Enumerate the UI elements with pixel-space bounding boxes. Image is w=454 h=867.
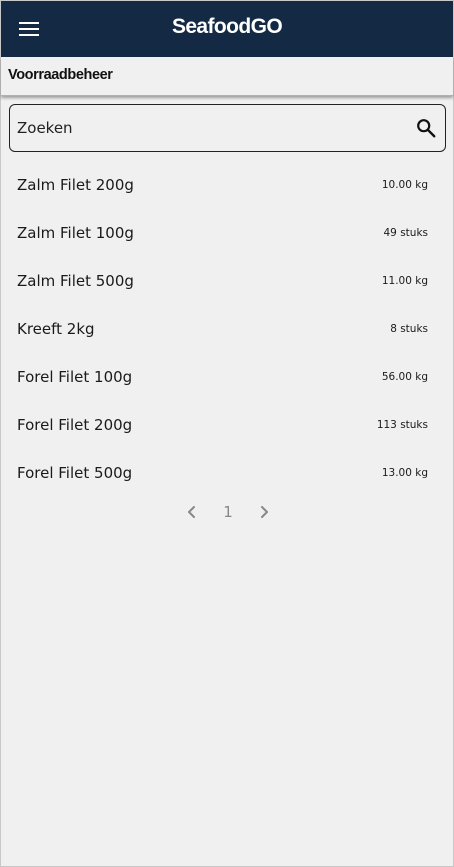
product-name: Forel Filet 100g: [17, 368, 133, 386]
product-row[interactable]: Kreeft 2kg 8 stuks: [1, 305, 453, 353]
app-bar: SeafoodGO: [1, 1, 453, 57]
product-name: Zalm Filet 100g: [17, 224, 134, 242]
search-input[interactable]: [17, 105, 397, 151]
app-window: SeafoodGO Voorraadbeheer Zalm Filet 200g…: [0, 0, 454, 867]
product-name: Zalm Filet 200g: [17, 176, 134, 194]
product-row[interactable]: Zalm Filet 100g 49 stuks: [1, 209, 453, 257]
product-quantity: 11.00 kg: [381, 275, 428, 287]
app-title: SeafoodGO: [171, 15, 283, 38]
product-row[interactable]: Forel Filet 100g 56.00 kg: [1, 353, 453, 401]
product-row[interactable]: Zalm Filet 500g 11.00 kg: [1, 257, 453, 305]
pagination: 1: [1, 500, 453, 524]
product-name: Forel Filet 500g: [17, 464, 133, 482]
search-icon[interactable]: [415, 117, 437, 139]
product-name: Zalm Filet 500g: [17, 272, 134, 290]
product-quantity: 49 stuks: [383, 227, 429, 239]
product-quantity: 56.00 kg: [381, 371, 428, 383]
chevron-left-icon[interactable]: [182, 502, 202, 522]
product-quantity: 113 stuks: [376, 419, 428, 431]
product-list: Zalm Filet 200g 10.00 kg Zalm Filet 100g…: [1, 161, 453, 497]
product-quantity: 10.00 kg: [381, 179, 428, 191]
product-name: Forel Filet 200g: [17, 416, 133, 434]
search-field: [9, 104, 446, 152]
product-quantity: 13.00 kg: [381, 467, 428, 479]
product-row[interactable]: Forel Filet 500g 13.00 kg: [1, 449, 453, 497]
page-title: Voorraadbeheer: [8, 67, 113, 83]
product-quantity: 8 stuks: [390, 323, 428, 335]
product-row[interactable]: Zalm Filet 200g 10.00 kg: [1, 161, 453, 209]
product-row[interactable]: Forel Filet 200g 113 stuks: [1, 401, 453, 449]
product-name: Kreeft 2kg: [17, 320, 95, 338]
page-header: Voorraadbeheer: [1, 57, 453, 96]
current-page-number: 1: [223, 503, 233, 521]
chevron-right-icon[interactable]: [254, 502, 274, 522]
